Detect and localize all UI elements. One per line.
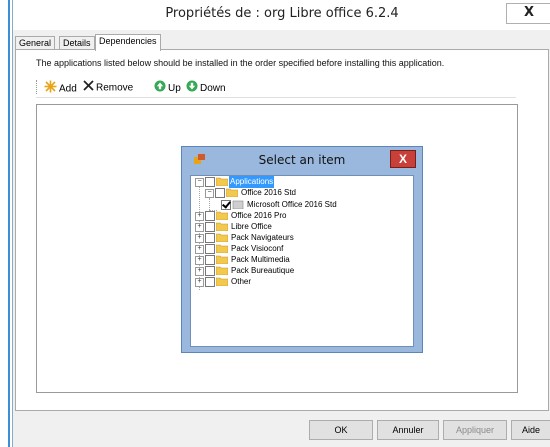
folder-icon [216, 177, 228, 186]
window-title: Propriétés de : org Libre office 6.2.4 [165, 6, 399, 21]
expand-icon[interactable]: + [195, 212, 204, 221]
tree-node-office-2016-std[interactable]: − Office 2016 Std [191, 187, 411, 199]
expand-icon[interactable]: + [195, 234, 204, 243]
down-arrow-icon [186, 80, 198, 97]
add-button[interactable]: Add [44, 80, 77, 95]
tree-checkbox[interactable] [205, 177, 215, 187]
remove-label: Remove [96, 82, 134, 94]
expand-icon[interactable]: + [195, 256, 204, 265]
toolbar-grip [36, 80, 39, 94]
collapse-icon[interactable]: − [195, 178, 204, 187]
background-window-edge [0, 0, 11, 447]
expand-icon[interactable]: + [195, 267, 204, 276]
folder-icon [216, 277, 228, 286]
folder-icon [216, 233, 228, 242]
cancel-button[interactable]: Annuler [377, 420, 439, 440]
tree-checkbox[interactable] [205, 255, 215, 265]
tree-checkbox[interactable] [205, 211, 215, 221]
ok-button[interactable]: OK [309, 420, 373, 440]
help-button[interactable]: Aide [511, 420, 550, 440]
up-button[interactable]: Up [154, 80, 181, 94]
remove-button[interactable]: Remove [83, 80, 133, 94]
tab-dependencies[interactable]: Dependencies [95, 34, 161, 51]
tree-checkbox[interactable] [205, 233, 215, 243]
down-button[interactable]: Down [186, 80, 226, 94]
add-label: Add [59, 83, 77, 95]
up-label: Up [168, 83, 181, 95]
tab-details[interactable]: Details [59, 36, 95, 50]
down-label: Down [200, 83, 226, 95]
up-arrow-icon [154, 80, 166, 97]
dialog-title: Select an item [258, 153, 346, 167]
tree-label: Office 2016 Std [241, 188, 296, 197]
folder-icon [216, 211, 228, 220]
tree-node-other[interactable]: + Other [191, 276, 411, 288]
dependencies-description: The applications listed below should be … [36, 58, 445, 68]
tree-checkbox[interactable] [215, 188, 225, 198]
folder-icon [216, 222, 228, 231]
expand-icon[interactable]: + [195, 245, 204, 254]
tree-checkbox[interactable] [205, 277, 215, 287]
tree-checkbox[interactable] [205, 266, 215, 276]
folder-icon [226, 188, 238, 197]
remove-x-icon [83, 80, 94, 96]
tree-label: Other [231, 277, 252, 286]
tree-checkbox-checked[interactable] [221, 200, 231, 210]
folder-icon [216, 255, 228, 264]
expand-icon[interactable]: + [195, 278, 204, 287]
folder-icon [216, 266, 228, 275]
select-item-dialog: Select an item X − Applications − Office… [181, 146, 423, 353]
collapse-icon[interactable]: − [205, 189, 214, 198]
title-bar: Propriétés de : org Libre office 6.2.4 X [13, 0, 550, 30]
add-sparkle-icon [44, 80, 57, 98]
apply-button[interactable]: Appliquer [443, 420, 507, 440]
expand-icon[interactable]: + [195, 223, 204, 232]
tab-general[interactable]: General [15, 36, 56, 50]
dialog-close-button[interactable]: X [390, 150, 416, 168]
tree-checkbox[interactable] [205, 222, 215, 232]
applications-tree: − Applications − Office 2016 Std Microso… [190, 175, 414, 347]
folder-icon [216, 244, 228, 253]
package-icon [232, 200, 244, 209]
tree-checkbox[interactable] [205, 244, 215, 254]
dependencies-toolbar: Add Remove Up Down [36, 77, 516, 98]
window-close-button[interactable]: X [506, 3, 550, 24]
